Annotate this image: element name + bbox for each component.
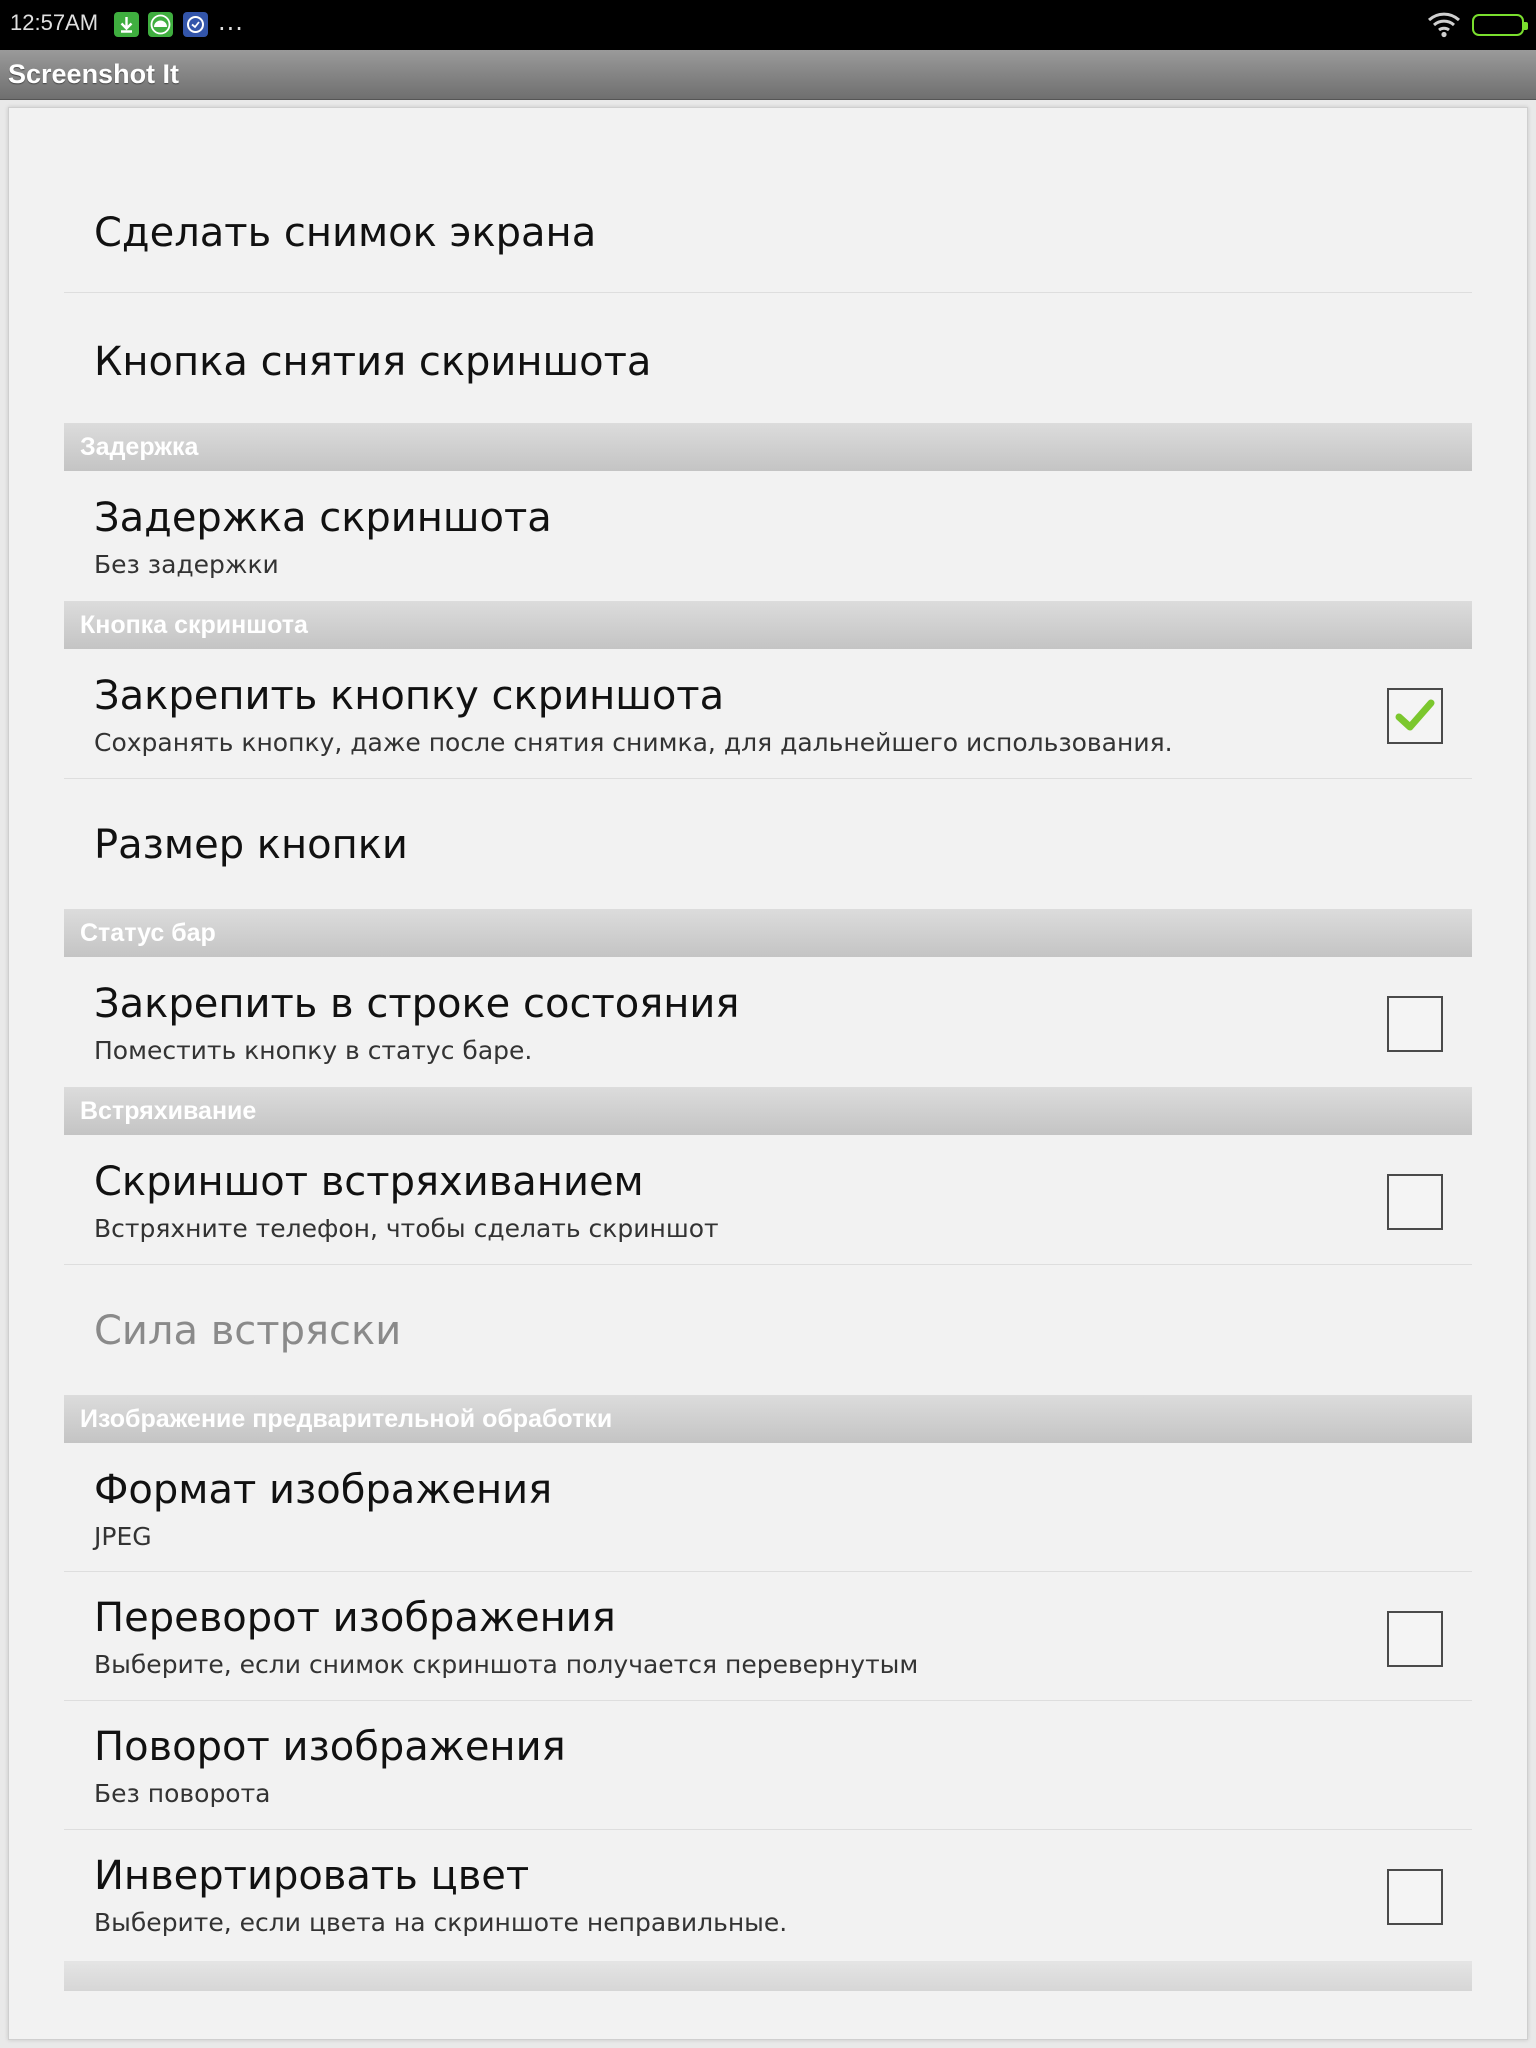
pref-invert[interactable]: Инвертировать цвет Выберите, если цвета … [64, 1831, 1472, 1959]
more-notifications: ... [218, 8, 244, 36]
pref-rotate[interactable]: Поворот изображения Без поворота [64, 1702, 1472, 1830]
pref-delay[interactable]: Задержка скриншота Без задержки [64, 471, 1472, 599]
category-image: Изображение предварительной обработки [64, 1395, 1472, 1443]
category-label: Встряхивание [80, 1097, 257, 1125]
pref-button-size[interactable]: Размер кнопки [64, 780, 1472, 908]
pin-statusbar-checkbox[interactable] [1387, 996, 1443, 1052]
pref-title: Задержка скриншота [94, 495, 552, 541]
category-label: Кнопка скриншота [80, 611, 308, 639]
pref-summary: Поместить кнопку в статус баре. [94, 1036, 533, 1065]
category-shake: Встряхивание [64, 1087, 1472, 1135]
flip-checkbox[interactable] [1387, 1611, 1443, 1667]
status-bar: 12:57AM ... [0, 0, 1536, 50]
pref-pin-statusbar[interactable]: Закрепить в строке состояния Поместить к… [64, 957, 1472, 1085]
pref-title: Скриншот встряхиванием [94, 1159, 644, 1205]
category-button: Кнопка скриншота [64, 601, 1472, 649]
pref-screenshot-button[interactable]: Кнопка снятия скриншота [64, 294, 1472, 422]
pref-title: Сделать снимок экрана [94, 210, 597, 256]
browser-app-icon [183, 12, 208, 37]
battery-icon [1472, 14, 1528, 36]
category-statusbar: Статус бар [64, 909, 1472, 957]
pref-summary: Выберите, если цвета на скриншоте неправ… [94, 1908, 788, 1937]
pref-summary: JPEG [94, 1522, 152, 1551]
category-next-partial [64, 1961, 1472, 1991]
pref-summary: Встряхните телефон, чтобы сделать скринш… [94, 1214, 719, 1243]
pref-title: Поворот изображения [94, 1724, 566, 1770]
checkmark-icon [1395, 699, 1435, 731]
download-icon [114, 12, 139, 37]
pref-summary: Без поворота [94, 1779, 271, 1808]
pref-summary: Без задержки [94, 550, 279, 579]
pref-summary: Сохранять кнопку, даже после снятия сним… [94, 728, 1173, 757]
status-time: 12:57AM [10, 10, 99, 35]
pref-take-screenshot[interactable]: Сделать снимок экрана [64, 189, 1472, 293]
action-bar: Screenshot It [0, 50, 1536, 100]
pref-title: Переворот изображения [94, 1595, 616, 1641]
category-label: Задержка [80, 433, 199, 461]
invert-checkbox[interactable] [1387, 1869, 1443, 1925]
pin-button-checkbox[interactable] [1387, 688, 1443, 744]
pref-title: Кнопка снятия скриншота [94, 339, 652, 385]
pref-title: Размер кнопки [94, 822, 408, 868]
category-label: Статус бар [80, 919, 216, 947]
pref-summary: Выберите, если снимок скриншота получает… [94, 1650, 919, 1679]
pref-shake-strength: Сила встряски [64, 1266, 1472, 1394]
shake-checkbox[interactable] [1387, 1174, 1443, 1230]
category-delay: Задержка [64, 423, 1472, 471]
app-title: Screenshot It [8, 59, 180, 89]
pref-title: Закрепить в строке состояния [94, 981, 740, 1027]
pref-shake[interactable]: Скриншот встряхиванием Встряхните телефо… [64, 1135, 1472, 1265]
pref-pin-button[interactable]: Закрепить кнопку скриншота Сохранять кно… [64, 649, 1472, 779]
preferences-panel: Сделать снимок экрана Кнопка снятия скри… [8, 107, 1528, 2040]
category-label: Изображение предварительной обработки [80, 1405, 613, 1433]
pref-title: Формат изображения [94, 1467, 553, 1513]
pref-image-format[interactable]: Формат изображения JPEG [64, 1443, 1472, 1572]
pref-title: Закрепить кнопку скриншота [94, 673, 725, 719]
wifi-icon [1427, 10, 1461, 42]
pref-flip[interactable]: Переворот изображения Выберите, если сни… [64, 1573, 1472, 1701]
pref-title: Инвертировать цвет [94, 1853, 530, 1899]
pref-title: Сила встряски [94, 1308, 402, 1354]
android-app-icon [148, 12, 173, 37]
